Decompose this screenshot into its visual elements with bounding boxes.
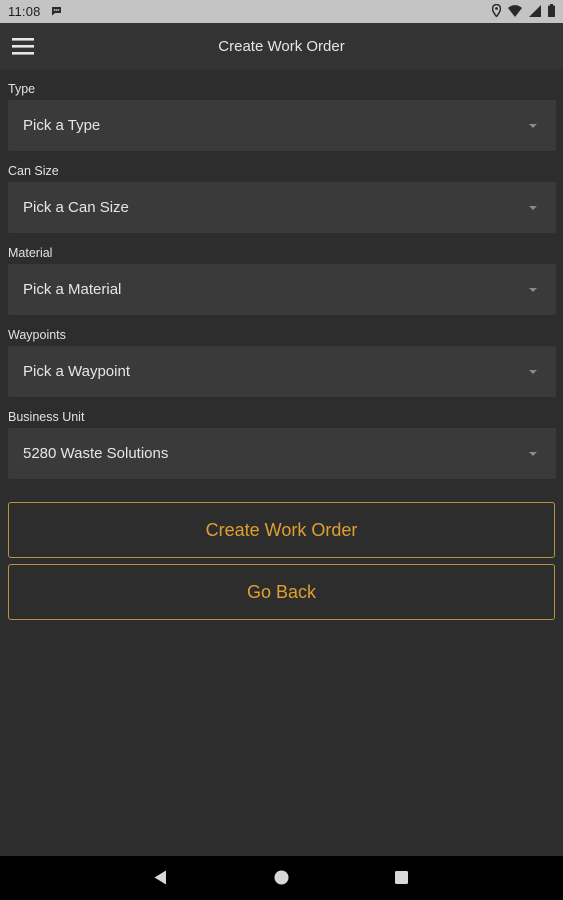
material-field: Material Pick a Material — [8, 244, 556, 315]
status-bar: 11:08 — [0, 0, 563, 23]
material-select-value: Pick a Material — [23, 281, 122, 298]
dropdown-arrow-icon — [529, 370, 537, 374]
location-icon — [492, 4, 501, 17]
recents-square-icon[interactable] — [395, 871, 408, 884]
status-time: 11:08 — [8, 4, 41, 19]
message-icon — [52, 7, 61, 16]
business-unit-field: Business Unit 5280 Waste Solutions — [8, 408, 556, 479]
dropdown-arrow-icon — [529, 124, 537, 128]
dropdown-arrow-icon — [529, 452, 537, 456]
waypoints-select-value: Pick a Waypoint — [23, 363, 130, 380]
business-unit-select-value: 5280 Waste Solutions — [23, 445, 169, 462]
business-unit-label: Business Unit — [8, 410, 85, 424]
type-select-value: Pick a Type — [23, 117, 101, 134]
can-size-select[interactable]: Pick a Can Size — [8, 182, 556, 233]
status-icons — [492, 4, 555, 17]
create-work-order-button[interactable]: Create Work Order — [8, 502, 555, 558]
page-title: Create Work Order — [218, 38, 345, 55]
dropdown-arrow-icon — [529, 288, 537, 292]
can-size-field: Can Size Pick a Can Size — [8, 162, 556, 233]
system-nav-bar — [0, 856, 563, 900]
material-select[interactable]: Pick a Material — [8, 264, 556, 315]
business-unit-select[interactable]: 5280 Waste Solutions — [8, 428, 556, 479]
back-triangle-icon[interactable] — [154, 870, 167, 885]
waypoints-label: Waypoints — [8, 328, 66, 342]
can-size-label: Can Size — [8, 164, 59, 178]
type-label: Type — [8, 82, 36, 96]
waypoints-select[interactable]: Pick a Waypoint — [8, 346, 556, 397]
home-circle-icon[interactable] — [274, 870, 289, 885]
waypoints-field: Waypoints Pick a Waypoint — [8, 326, 556, 397]
signal-icon — [529, 4, 541, 17]
can-size-select-value: Pick a Can Size — [23, 199, 129, 216]
type-select[interactable]: Pick a Type — [8, 100, 556, 151]
material-label: Material — [8, 246, 53, 260]
type-field: Type Pick a Type — [8, 80, 556, 151]
battery-icon — [548, 4, 555, 17]
go-back-button[interactable]: Go Back — [8, 564, 555, 620]
app-bar: Create Work Order — [0, 23, 563, 70]
screen: 11:08 Create Work Order Type Pick a Type… — [0, 0, 563, 900]
dropdown-arrow-icon — [529, 206, 537, 210]
wifi-icon — [508, 4, 522, 17]
